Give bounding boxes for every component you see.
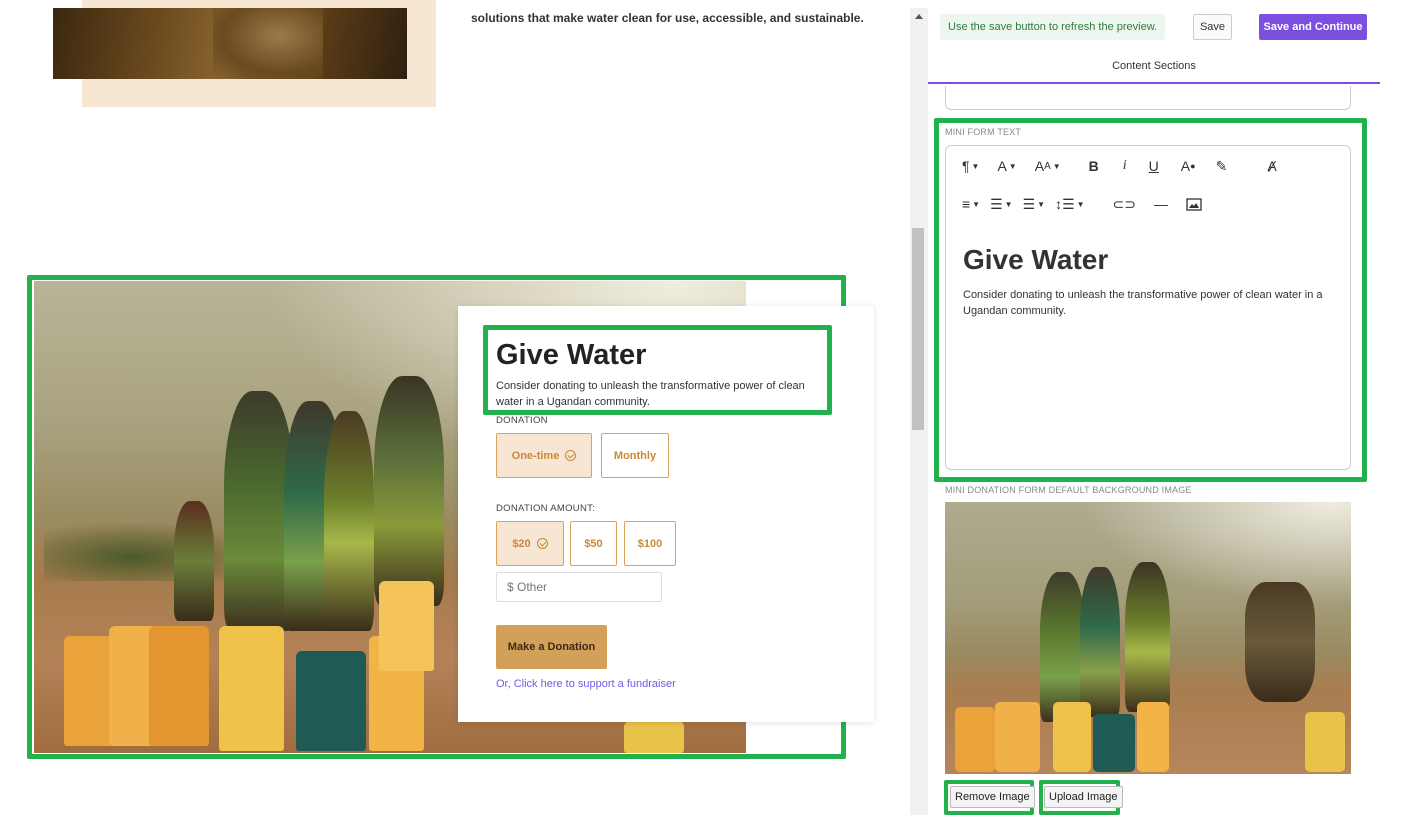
underline-icon[interactable]: U [1149,156,1159,176]
amount-50-label: $50 [584,537,603,550]
donation-frequency-label: DONATION [496,415,548,426]
image-icon[interactable] [1186,194,1202,214]
fundraiser-link[interactable]: Or, Click here to support a fundraiser [496,678,676,690]
amount-100-option[interactable]: $100 [624,521,676,566]
amount-100-label: $100 [637,537,663,550]
top-image [53,8,407,79]
editor-header: Use the save button to refresh the previ… [928,8,1380,46]
background-image-preview [945,502,1351,774]
toolbar-row-1: ¶ ▼ A ▼ A A ▼ B i U A ● ✎ Ⱥ [962,156,1295,176]
rich-text-editor[interactable]: ¶ ▼ A ▼ A A ▼ B i U A ● ✎ Ⱥ ≡ ▼ ☰ ▼ ☰ ▼ ↕☰ ▼ ⊂⊃ — [945,145,1351,470]
editor-pane: Use the save button to refresh the previ… [928,0,1403,815]
right-gutter [1380,0,1403,815]
bg-image-label: MINI DONATION FORM DEFAULT BACKGROUND IM… [945,485,1192,495]
top-section-text: solutions that make water clean for use,… [471,11,864,25]
donation-amount-label: DONATION AMOUNT: [496,503,596,514]
refresh-hint: Use the save button to refresh the previ… [940,14,1166,40]
save-and-continue-button[interactable]: Save and Continue [1259,14,1367,40]
title-highlight-box [483,325,832,415]
clear-format-icon[interactable]: Ⱥ [1267,156,1276,176]
align-icon[interactable]: ≡ ▼ [962,194,980,214]
toolbar-row-2: ≡ ▼ ☰ ▼ ☰ ▼ ↕☰ ▼ ⊂⊃ — [962,194,1220,214]
remove-image-button[interactable]: Remove Image [950,786,1035,808]
one-time-label: One-time [511,449,560,462]
rte-heading[interactable]: Give Water [963,244,1108,276]
check-circle-icon [565,450,577,461]
rte-body-text[interactable]: Consider donating to unleash the transfo… [963,287,1333,319]
link-icon[interactable]: ⊂⊃ [1113,194,1136,214]
amount-20-option[interactable]: $20 [496,521,564,566]
monthly-label: Monthly [613,449,657,462]
previous-field[interactable] [945,86,1351,110]
unordered-list-icon[interactable]: ☰ ▼ [1023,194,1045,214]
line-height-icon[interactable]: ↕☰ ▼ [1055,194,1084,214]
make-donation-button[interactable]: Make a Donation [496,625,607,669]
scroll-up-arrow-icon[interactable] [915,14,923,19]
check-circle-icon [536,538,548,549]
other-amount-input[interactable] [496,572,662,602]
paragraph-icon[interactable]: ¶ ▼ [962,156,979,176]
highlight-icon[interactable]: ✎ [1216,156,1228,176]
one-time-option[interactable]: One-time [496,433,592,478]
bold-icon[interactable]: B [1089,156,1099,176]
horizontal-rule-icon[interactable]: — [1154,194,1168,214]
font-size-icon[interactable]: A A ▼ [1035,156,1061,176]
save-button[interactable]: Save [1193,14,1232,40]
preview-scrollbar[interactable] [910,8,928,815]
amount-20-label: $20 [512,537,531,550]
preview-pane: solutions that make water clean for use,… [0,0,910,815]
ordered-list-icon[interactable]: ☰ ▼ [990,194,1012,214]
text-color-icon[interactable]: A ● [1181,156,1196,176]
scroll-thumb[interactable] [912,228,924,430]
monthly-option[interactable]: Monthly [601,433,669,478]
tab-label: Content Sections [1112,60,1196,72]
font-icon[interactable]: A ▼ [997,156,1016,176]
app-root: solutions that make water clean for use,… [0,0,1403,815]
tab-content-sections[interactable]: Content Sections [928,52,1380,84]
amount-50-option[interactable]: $50 [570,521,617,566]
italic-icon[interactable]: i [1123,156,1127,176]
upload-image-button[interactable]: Upload Image [1044,786,1123,808]
